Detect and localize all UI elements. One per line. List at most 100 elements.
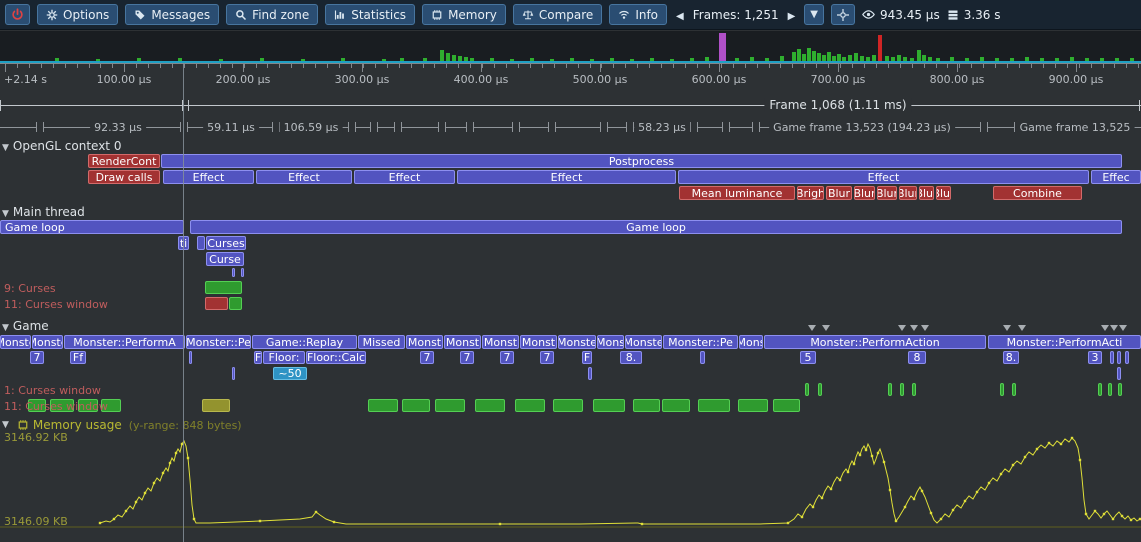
zone-bar[interactable]: Monster::PerformA [64,335,185,349]
zone-bar[interactable]: 8 [908,351,926,364]
histogram-bar[interactable] [1100,58,1104,61]
zone-bar[interactable] [773,399,800,412]
zone-bar[interactable] [818,383,822,396]
histogram-bar[interactable] [750,57,754,61]
frame-ruler-label[interactable]: Game frame 13,525 [1016,121,1135,134]
histogram-bar[interactable] [735,58,739,61]
zone-bar[interactable]: Floor::Calc [306,351,366,364]
histogram-bar[interactable] [922,55,926,61]
zone-bar[interactable] [1118,383,1122,396]
message-marker-icon[interactable] [822,325,830,331]
zone-bar[interactable] [1110,351,1114,364]
histogram-bar[interactable] [832,56,836,61]
zone-bar[interactable] [229,297,242,310]
zone-bar[interactable] [1125,351,1129,364]
zone-bar[interactable]: F [254,351,262,364]
zone-bar[interactable]: Draw calls [88,170,160,184]
zone-bar[interactable]: Floor: [263,351,305,364]
zone-bar[interactable] [368,399,398,412]
histogram-bar[interactable] [765,58,769,61]
histogram-bar[interactable] [530,58,534,61]
frame-ruler-label[interactable]: 58.23 μs [634,121,690,134]
histogram-bar[interactable] [510,59,514,61]
histogram-bar[interactable] [650,58,654,61]
histogram-bar[interactable] [1115,58,1119,61]
zone-bar[interactable]: Missed [358,335,405,349]
zone-bar[interactable]: Mons [597,335,624,349]
histogram-bar[interactable] [827,52,831,61]
frame-band[interactable]: Frame 1,068 (1.11 ms) [0,96,1141,116]
zone-bar[interactable]: Curse [206,252,244,266]
histogram-bar[interactable] [96,59,100,61]
histogram-bar[interactable] [866,57,870,61]
locate-frame-button[interactable] [831,4,855,25]
zone-bar[interactable] [738,399,768,412]
zone-bar[interactable] [515,399,545,412]
zone-bar[interactable]: Ff [70,351,86,364]
zone-bar[interactable] [205,281,242,294]
zone-bar[interactable]: 5 [800,351,816,364]
zone-bar[interactable]: Game loop [0,220,184,234]
message-marker-icon[interactable] [921,325,929,331]
zone-bar[interactable]: Blur [899,186,917,200]
zone-bar[interactable]: Monster::Pe [186,335,251,349]
zone-bar[interactable]: Monste [625,335,662,349]
memory-usage-chart[interactable] [0,433,1141,533]
histogram-bar[interactable] [464,57,468,61]
histogram-bar[interactable] [903,57,907,61]
histogram-bar[interactable] [780,56,784,61]
zone-bar[interactable] [197,236,205,250]
histogram-bar[interactable] [490,58,494,61]
histogram-bar[interactable] [1085,58,1089,61]
histogram-bar[interactable] [885,56,889,61]
zone-bar[interactable]: RenderCont [88,154,160,168]
zone-bar[interactable]: Effect [256,170,352,184]
zone-bar[interactable] [205,297,228,310]
compare-button[interactable]: Compare [513,4,602,25]
histogram-bar[interactable] [458,56,462,61]
frame-ruler[interactable]: 92.33 μs59.11 μs106.59 μs58.23 μsGame fr… [0,118,1141,136]
histogram-bar[interactable] [446,53,450,61]
zone-bar[interactable] [633,399,660,412]
zone-bar[interactable] [698,399,730,412]
zone-bar[interactable]: 7 [460,351,474,364]
histogram-bar[interactable] [690,58,694,61]
histogram-bar[interactable] [878,35,882,61]
zone-bar[interactable]: Blur [919,186,934,200]
histogram-bar[interactable] [980,57,984,61]
histogram-bar[interactable] [1055,58,1059,61]
histogram-bar[interactable] [382,59,386,61]
histogram-bar[interactable] [137,58,141,61]
zone-bar[interactable] [202,399,230,412]
zone-bar[interactable]: Blur [936,186,951,200]
zone-bar[interactable] [1108,383,1112,396]
histogram-bar[interactable] [917,50,921,61]
memory-button[interactable]: Memory [422,4,506,25]
histogram-bar[interactable] [897,55,901,61]
zone-bar[interactable]: Effect [457,170,676,184]
histogram-bar[interactable] [400,58,404,61]
frame-ruler-label[interactable]: Game frame 13,523 (194.23 μs) [769,121,955,134]
histogram-bar[interactable] [822,55,826,61]
frame-histogram[interactable] [0,31,1141,63]
zone-bar[interactable]: Monster::PerformActi [988,335,1141,349]
zone-bar[interactable]: 8. [1003,351,1019,364]
zone-bar[interactable] [189,351,192,364]
section-header[interactable]: ▼Main thread [2,205,85,219]
zone-bar[interactable]: Effect [354,170,455,184]
zone-bar[interactable]: 7 [500,351,514,364]
histogram-bar[interactable] [854,53,858,61]
message-marker-icon[interactable] [898,325,906,331]
zone-bar[interactable]: Mean luminance [679,186,795,200]
frame-dropdown-button[interactable]: ▼ [804,4,824,25]
histogram-bar[interactable] [950,57,954,61]
zone-bar[interactable]: Effect [163,170,254,184]
zone-bar[interactable]: Monste [558,335,596,349]
zone-bar[interactable]: 7 [420,351,434,364]
histogram-bar[interactable] [928,57,932,61]
message-marker-icon[interactable] [1101,325,1109,331]
zone-bar[interactable]: F [582,351,592,364]
frame-ruler-label[interactable]: 92.33 μs [90,121,146,134]
histogram-bar[interactable] [423,58,427,61]
histogram-bar[interactable] [910,58,914,61]
